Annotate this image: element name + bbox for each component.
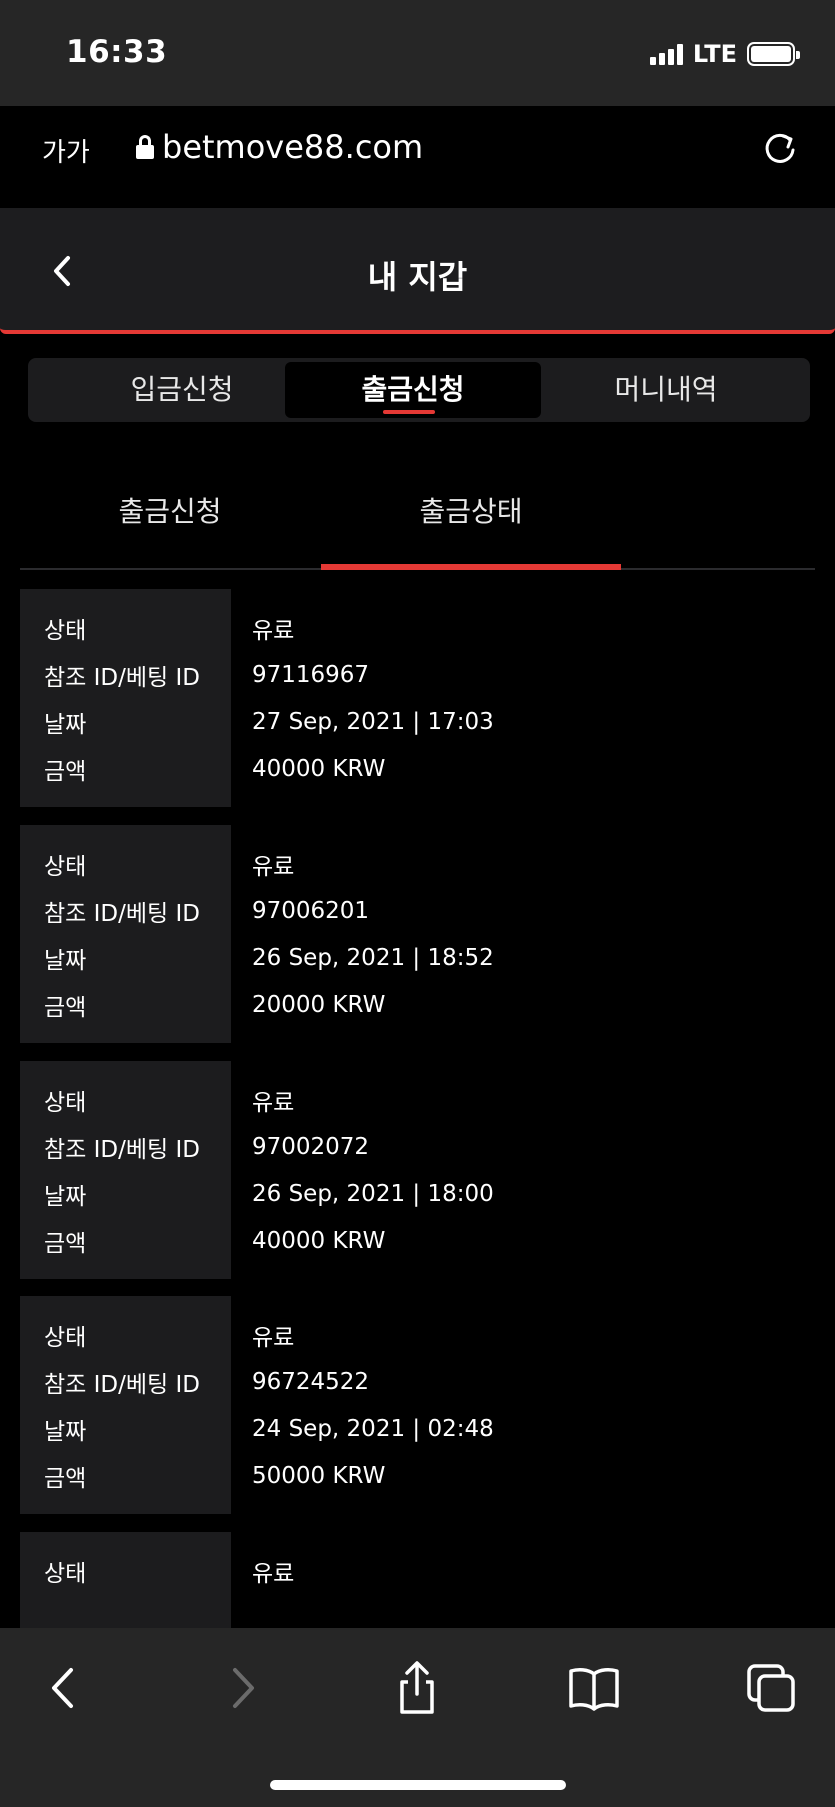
url-text: betmove88.com <box>162 128 424 166</box>
record-values: 유료 <box>252 1532 294 1594</box>
amount-label: 금액 <box>44 1230 87 1257</box>
status-value: 유료 <box>252 853 295 880</box>
wallet-tabs: 입금신청 출금신청 머니내역 <box>28 358 810 422</box>
record-labels: 상태 참조 ID/베팅 ID 날짜 금액 <box>20 1296 231 1514</box>
date-value: 27 Sep, 2021 | 17:03 <box>252 708 494 735</box>
record-labels: 상태 참조 ID/베팅 ID 날짜 금액 <box>20 825 231 1043</box>
signal-icon <box>649 43 683 65</box>
network-type: LTE <box>692 40 737 68</box>
status-bar: 16:33 LTE <box>0 0 835 106</box>
tabs-icon[interactable] <box>741 1658 801 1718</box>
date-value: 24 Sep, 2021 | 02:48 <box>252 1415 494 1442</box>
date-label: 날짜 <box>44 947 87 974</box>
status-time: 16:33 <box>66 34 168 70</box>
amount-value: 40000 KRW <box>252 755 386 782</box>
status-label: 상태 <box>44 617 87 644</box>
ref-id-value: 96724522 <box>252 1368 370 1395</box>
battery-icon <box>747 42 800 66</box>
record-values: 유료 96724522 24 Sep, 2021 | 02:48 50000 K… <box>252 1296 494 1499</box>
record-labels: 상태 참조 ID/베팅 ID 날짜 금액 <box>20 1061 231 1279</box>
status-value: 유료 <box>252 617 295 644</box>
status-value: 유료 <box>252 1324 295 1351</box>
date-value: 26 Sep, 2021 | 18:00 <box>252 1180 494 1207</box>
amount-value: 20000 KRW <box>252 991 386 1018</box>
browser-toolbar <box>0 1628 835 1807</box>
subtab-withdraw-request[interactable]: 출금신청 <box>20 490 320 530</box>
text-size-button[interactable]: 가가 <box>42 132 90 169</box>
home-indicator <box>270 1780 566 1790</box>
forward-icon[interactable] <box>212 1658 272 1718</box>
status-label: 상태 <box>44 853 87 880</box>
tab-deposit[interactable]: 입금신청 <box>54 362 310 418</box>
record-values: 유료 97006201 26 Sep, 2021 | 18:52 20000 K… <box>252 825 494 1028</box>
status-value: 유료 <box>252 1560 295 1587</box>
url-field[interactable]: betmove88.com <box>136 128 423 166</box>
active-subtab-indicator <box>321 564 621 570</box>
date-value: 26 Sep, 2021 | 18:52 <box>252 944 494 971</box>
page-title: 내 지갑 <box>367 258 468 296</box>
amount-value: 50000 KRW <box>252 1462 386 1489</box>
reload-icon[interactable] <box>760 128 800 168</box>
status-label: 상태 <box>44 1324 87 1351</box>
withdraw-sub-tabs: 출금신청 출금상태 <box>20 470 815 570</box>
subtab-withdraw-status[interactable]: 출금상태 <box>321 490 621 530</box>
tab-money-history[interactable]: 머니내역 <box>538 362 794 418</box>
ref-id-value: 97002072 <box>252 1133 370 1160</box>
ref-id-label: 참조 ID/베팅 ID <box>44 1136 200 1163</box>
share-icon[interactable] <box>387 1658 447 1718</box>
status-value: 유료 <box>252 1089 295 1116</box>
date-label: 날짜 <box>44 711 87 738</box>
ref-id-label: 참조 ID/베팅 ID <box>44 664 200 691</box>
tab-withdraw-label: 출금신청 <box>361 373 465 406</box>
back-icon[interactable] <box>34 1658 94 1718</box>
status-indicators: LTE <box>649 40 800 68</box>
record-labels: 상태 <box>20 1532 231 1628</box>
date-label: 날짜 <box>44 1418 87 1445</box>
date-label: 날짜 <box>44 1183 87 1210</box>
ref-id-value: 97116967 <box>252 661 370 688</box>
ref-id-label: 참조 ID/베팅 ID <box>44 900 200 927</box>
record-values: 유료 97116967 27 Sep, 2021 | 17:03 40000 K… <box>252 589 494 792</box>
address-bar[interactable]: 가가 betmove88.com <box>18 110 818 186</box>
status-label: 상태 <box>44 1089 87 1116</box>
bookmarks-icon[interactable] <box>564 1658 624 1718</box>
active-tab-indicator <box>383 410 435 414</box>
ref-id-label: 참조 ID/베팅 ID <box>44 1371 200 1398</box>
amount-label: 금액 <box>44 994 87 1021</box>
amount-label: 금액 <box>44 758 87 785</box>
record-labels: 상태 참조 ID/베팅 ID 날짜 금액 <box>20 589 231 807</box>
record-values: 유료 97002072 26 Sep, 2021 | 18:00 40000 K… <box>252 1061 494 1264</box>
ref-id-value: 97006201 <box>252 897 370 924</box>
amount-label: 금액 <box>44 1465 87 1492</box>
page-header: 내 지갑 <box>0 208 835 334</box>
tab-withdraw[interactable]: 출금신청 <box>285 362 541 418</box>
amount-value: 40000 KRW <box>252 1227 386 1254</box>
status-label: 상태 <box>44 1560 87 1587</box>
lock-icon <box>136 135 154 159</box>
